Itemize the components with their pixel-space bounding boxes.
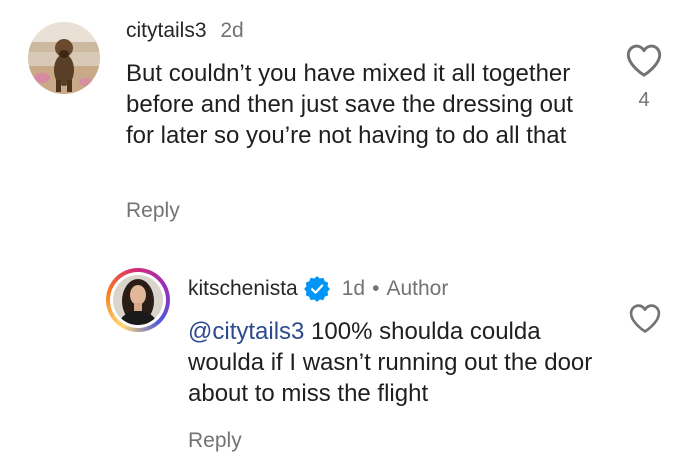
- avatar-ring-gap: [110, 272, 166, 328]
- reply-button[interactable]: Reply: [188, 428, 242, 454]
- username[interactable]: kitschenista: [188, 276, 298, 302]
- username[interactable]: citytails3: [126, 19, 207, 42]
- avatar-photo-person: [113, 275, 163, 325]
- comment-header: citytails3 2d: [126, 18, 244, 44]
- verified-badge-icon: [303, 276, 330, 302]
- reply-text: @citytails3 100% shoulda coulda woulda i…: [188, 316, 608, 409]
- heart-icon[interactable]: [625, 42, 663, 78]
- timestamp: 2d: [220, 19, 244, 42]
- avatar-photo-dog-beach: [28, 22, 100, 94]
- mention-link[interactable]: @citytails3: [188, 318, 304, 345]
- comment-text: But couldn’t you have mixed it all toget…: [126, 60, 573, 149]
- reply-header: kitschenista 1d • Author: [188, 276, 448, 302]
- author-badge: Author: [386, 277, 449, 300]
- comment: citytails3 2d But couldn’t you have mixe…: [0, 0, 700, 245]
- reply-button[interactable]: Reply: [126, 198, 180, 224]
- timestamp: 1d: [341, 277, 366, 300]
- separator-dot: •: [372, 277, 380, 300]
- avatar[interactable]: [28, 22, 100, 94]
- like-count: 4: [638, 89, 650, 111]
- avatar-story-ring[interactable]: [106, 268, 170, 332]
- heart-icon[interactable]: [628, 302, 662, 334]
- avatar: [113, 275, 163, 325]
